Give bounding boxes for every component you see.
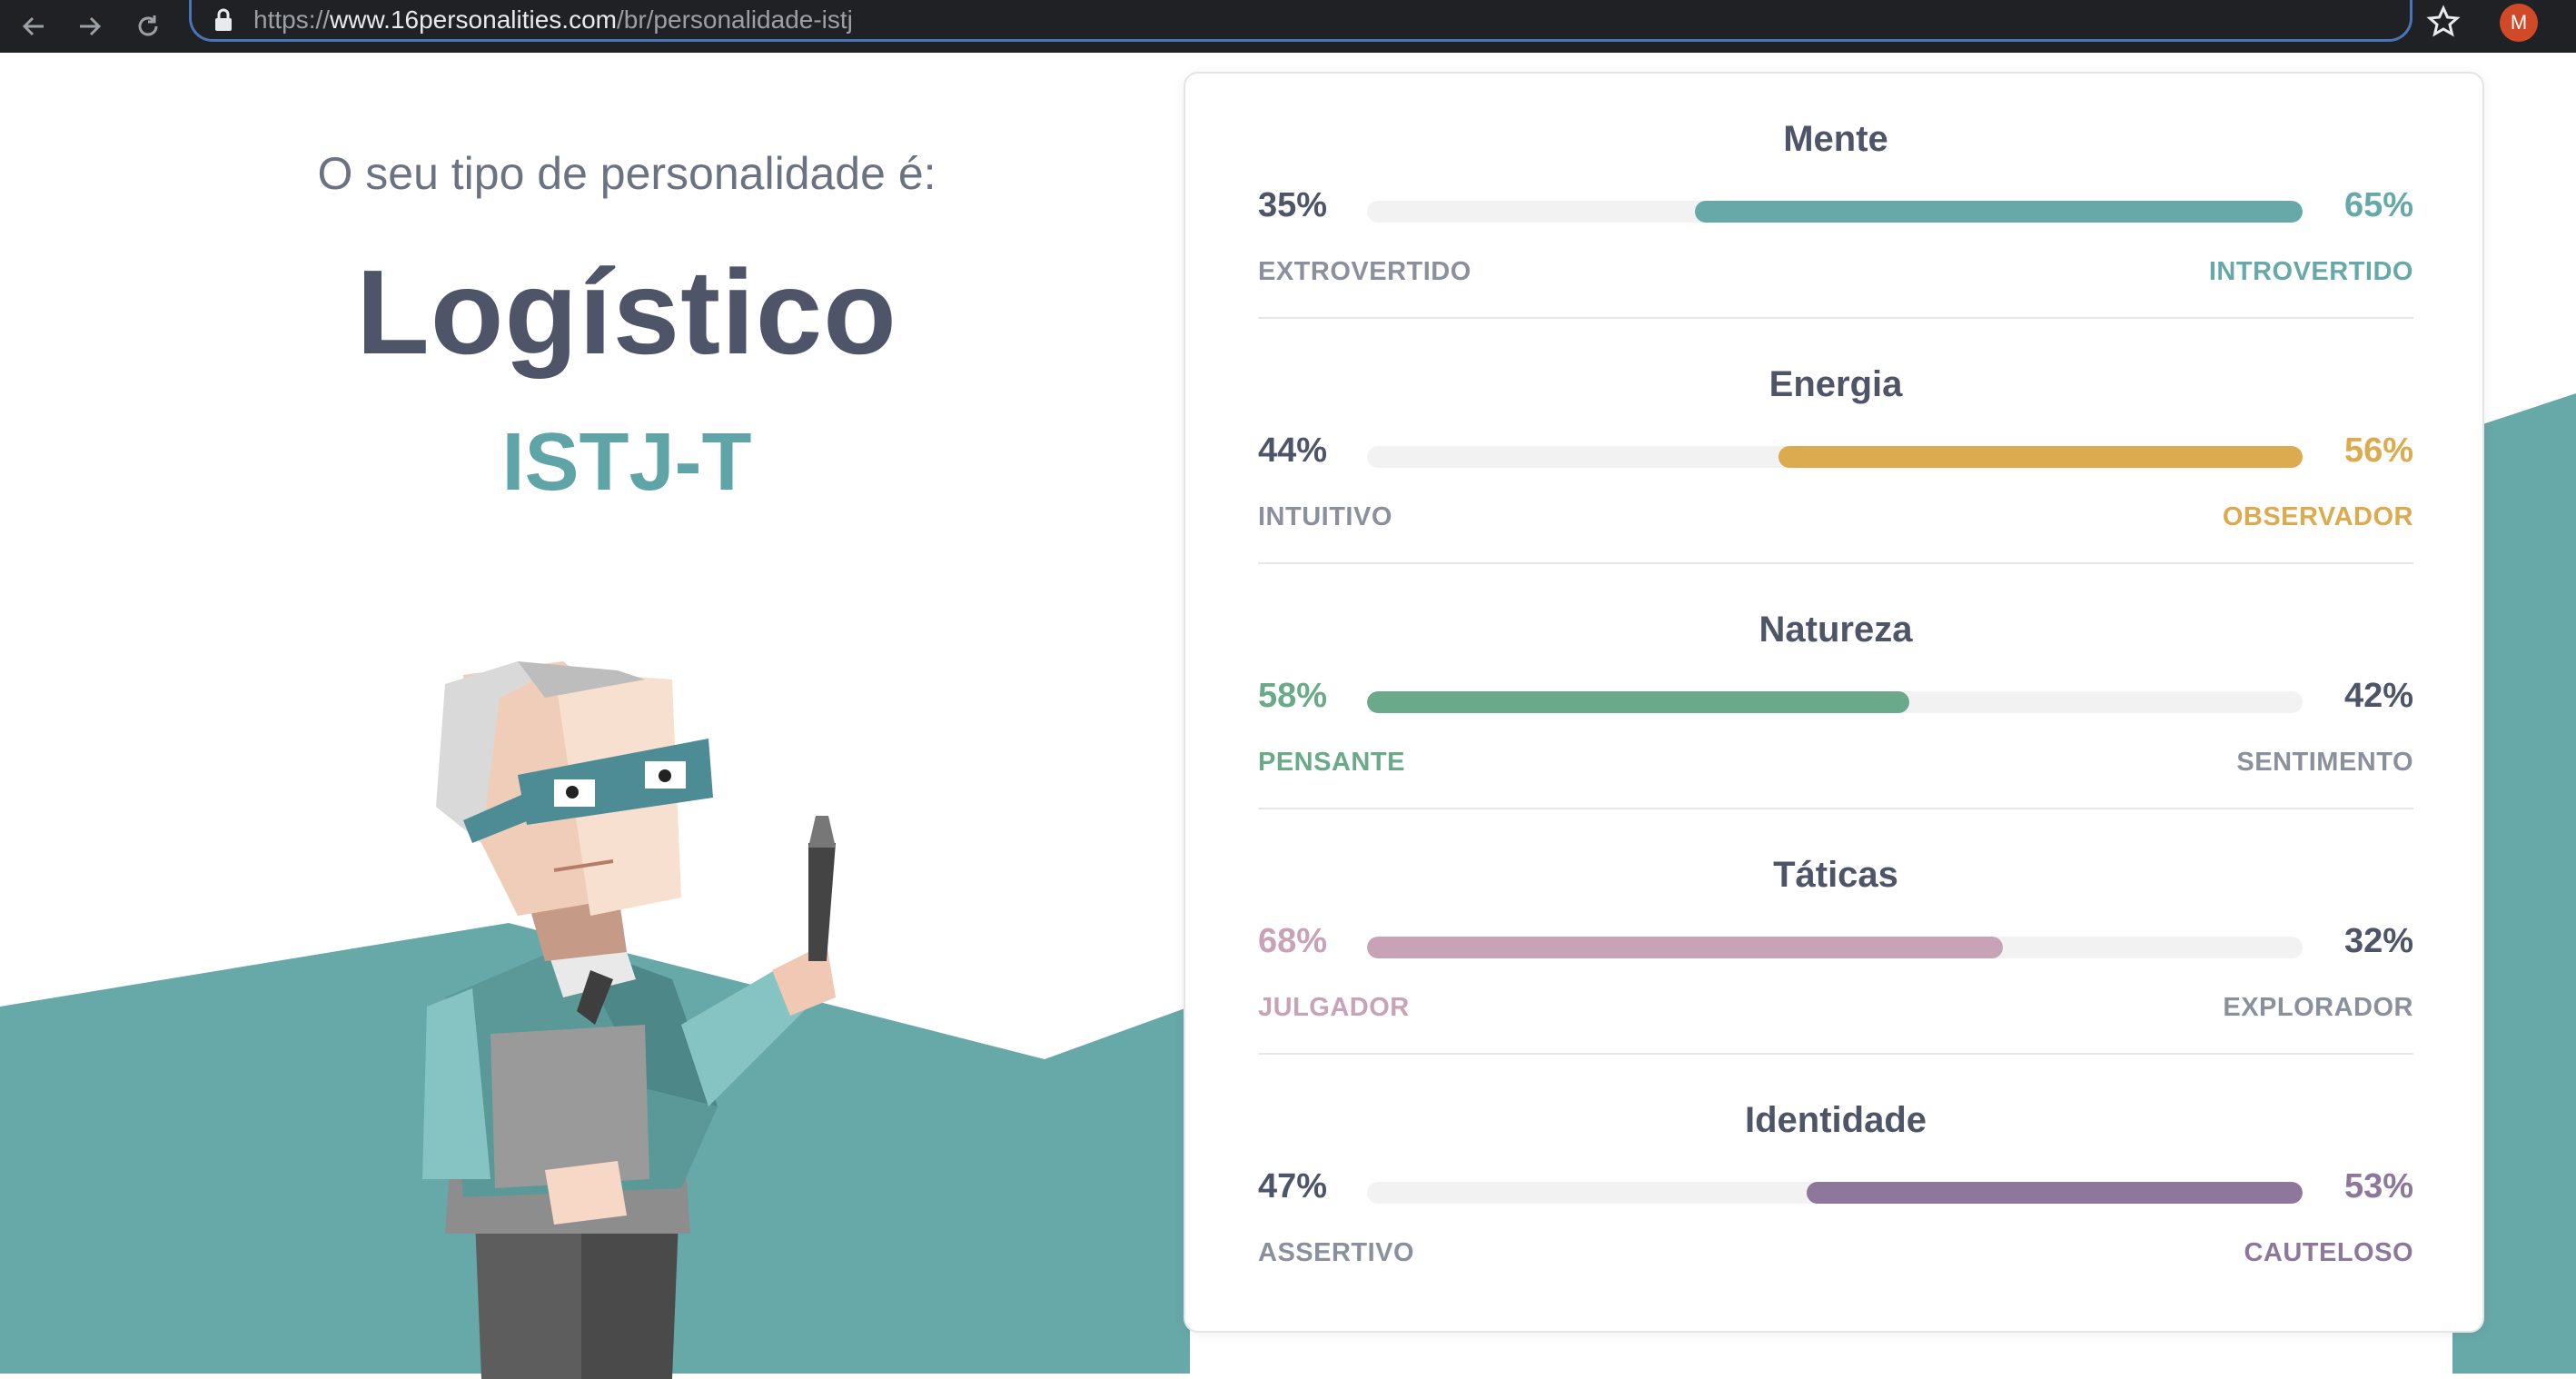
personality-result-page: O seu tipo de personalidade é: Logístico… — [0, 53, 2576, 1379]
trait-right-label: SENTIMENTO — [2236, 748, 2413, 777]
trait-bar-fill — [1367, 691, 1910, 713]
trait-left-percent: 47% — [1258, 1167, 1328, 1205]
forward-arrow-icon[interactable] — [69, 5, 111, 47]
trait-title: Identidade — [1744, 1100, 1927, 1140]
trait-bar — [1367, 201, 2303, 223]
trait-left-label: EXTROVERTIDO — [1258, 257, 1471, 286]
trait-energy: Energia 44% 56% INTUITIVO OBSERVADOR — [1258, 319, 2413, 564]
trait-nature: Natureza 58% 42% PENSANTE SENTIMENTO — [1258, 564, 2413, 809]
logistician-character-illustration — [422, 661, 836, 1379]
trait-right-percent: 42% — [2343, 677, 2413, 715]
result-intro-text: O seu tipo de personalidade é: — [317, 148, 936, 199]
trait-left-label: PENSANTE — [1258, 748, 1405, 777]
trait-right-percent: 53% — [2343, 1167, 2413, 1205]
trait-right-label: EXPLORADOR — [2223, 993, 2413, 1022]
trait-bar — [1367, 1182, 2303, 1204]
trait-left-percent: 68% — [1258, 922, 1328, 960]
personality-type-name: Logístico — [356, 245, 897, 379]
trait-title: Energia — [1769, 364, 1903, 404]
trait-left-percent: 35% — [1258, 186, 1328, 224]
trait-bar-fill — [1367, 937, 2004, 958]
trait-left-label: JULGADOR — [1258, 993, 1410, 1022]
trait-bar-fill — [1807, 1182, 2303, 1204]
browser-toolbar: https://www.16personalities.com/br/perso… — [0, 0, 2576, 53]
trait-left-percent: 44% — [1258, 432, 1328, 470]
reload-icon[interactable] — [127, 5, 169, 47]
trait-bar — [1367, 937, 2303, 958]
trait-identity: Identidade 47% 53% ASSERTIVO CAUTELOSO — [1258, 1055, 2413, 1300]
trait-title: Mente — [1783, 119, 1888, 159]
trait-mind: Mente 35% 65% EXTROVERTIDO INTROVERTIDO — [1258, 74, 2413, 319]
trait-right-percent: 65% — [2343, 186, 2413, 224]
trait-bar-fill — [1694, 201, 2303, 223]
trait-right-label: OBSERVADOR — [2222, 502, 2413, 531]
trait-right-label: INTROVERTIDO — [2208, 257, 2413, 286]
trait-tactics: Táticas 68% 32% JULGADOR EXPLORADOR — [1258, 809, 2413, 1055]
lock-icon — [213, 8, 233, 36]
back-arrow-icon[interactable] — [13, 5, 54, 47]
trait-bar — [1367, 446, 2303, 468]
trait-right-percent: 56% — [2343, 432, 2413, 470]
trait-right-label: CAUTELOSO — [2244, 1238, 2413, 1267]
trait-left-percent: 58% — [1258, 677, 1328, 715]
trait-right-percent: 32% — [2343, 922, 2413, 960]
trait-title: Natureza — [1759, 610, 1913, 650]
trait-bar — [1367, 691, 2303, 713]
trait-bar-fill — [1778, 446, 2303, 468]
personality-type-code: ISTJ-T — [501, 417, 752, 508]
trait-left-label: INTUITIVO — [1258, 502, 1392, 531]
traits-card: Mente 35% 65% EXTROVERTIDO INTROVERTIDO … — [1184, 72, 2484, 1333]
address-bar[interactable]: https://www.16personalities.com/br/perso… — [189, 0, 2413, 42]
star-icon[interactable] — [2425, 4, 2462, 45]
trait-title: Táticas — [1773, 855, 1898, 895]
url-text: https://www.16personalities.com/br/perso… — [253, 5, 853, 34]
trait-left-label: ASSERTIVO — [1258, 1238, 1415, 1267]
profile-avatar[interactable]: M — [2500, 4, 2538, 42]
